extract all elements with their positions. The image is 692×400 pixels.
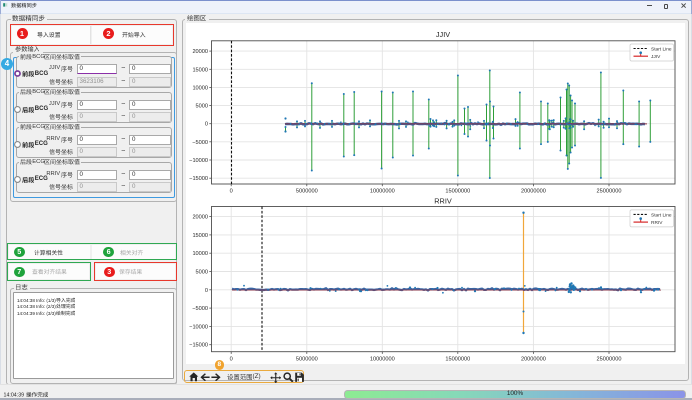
svg-text:−15000: −15000 [189,176,208,182]
svg-text:25000000: 25000000 [597,188,622,194]
svg-text:−10000: −10000 [189,158,208,164]
svg-text:Start Line: Start Line [651,46,672,52]
svg-text:15000000: 15000000 [445,356,470,362]
svg-text:10000: 10000 [192,251,208,257]
svg-text:0: 0 [230,188,233,194]
svg-text:5000000: 5000000 [296,188,318,194]
svg-text:15000000: 15000000 [445,188,470,194]
svg-text:−5000: −5000 [192,139,208,145]
svg-text:5000: 5000 [196,103,208,109]
svg-text:5000000: 5000000 [296,356,318,362]
svg-text:JJIV: JJIV [436,30,450,39]
svg-text:JJIV: JJIV [651,54,661,60]
svg-text:−15000: −15000 [189,342,208,348]
svg-text:20000000: 20000000 [521,356,546,362]
svg-text:5000: 5000 [196,269,208,275]
svg-text:20000: 20000 [192,214,208,220]
svg-text:20000: 20000 [192,49,208,55]
svg-text:25000000: 25000000 [597,356,622,362]
svg-text:10000000: 10000000 [370,188,395,194]
svg-text:10000000: 10000000 [370,356,395,362]
svg-text:15000: 15000 [192,232,208,238]
svg-text:RRIV: RRIV [434,196,452,205]
svg-text:RRIV: RRIV [651,220,663,226]
svg-text:0: 0 [205,287,208,293]
svg-text:0: 0 [205,121,208,127]
svg-text:15000: 15000 [192,67,208,73]
svg-text:0: 0 [230,356,233,362]
svg-text:20000000: 20000000 [521,188,546,194]
svg-text:−5000: −5000 [192,306,208,312]
svg-text:−10000: −10000 [189,324,208,330]
svg-text:Start Line: Start Line [651,212,672,218]
svg-text:10000: 10000 [192,85,208,91]
